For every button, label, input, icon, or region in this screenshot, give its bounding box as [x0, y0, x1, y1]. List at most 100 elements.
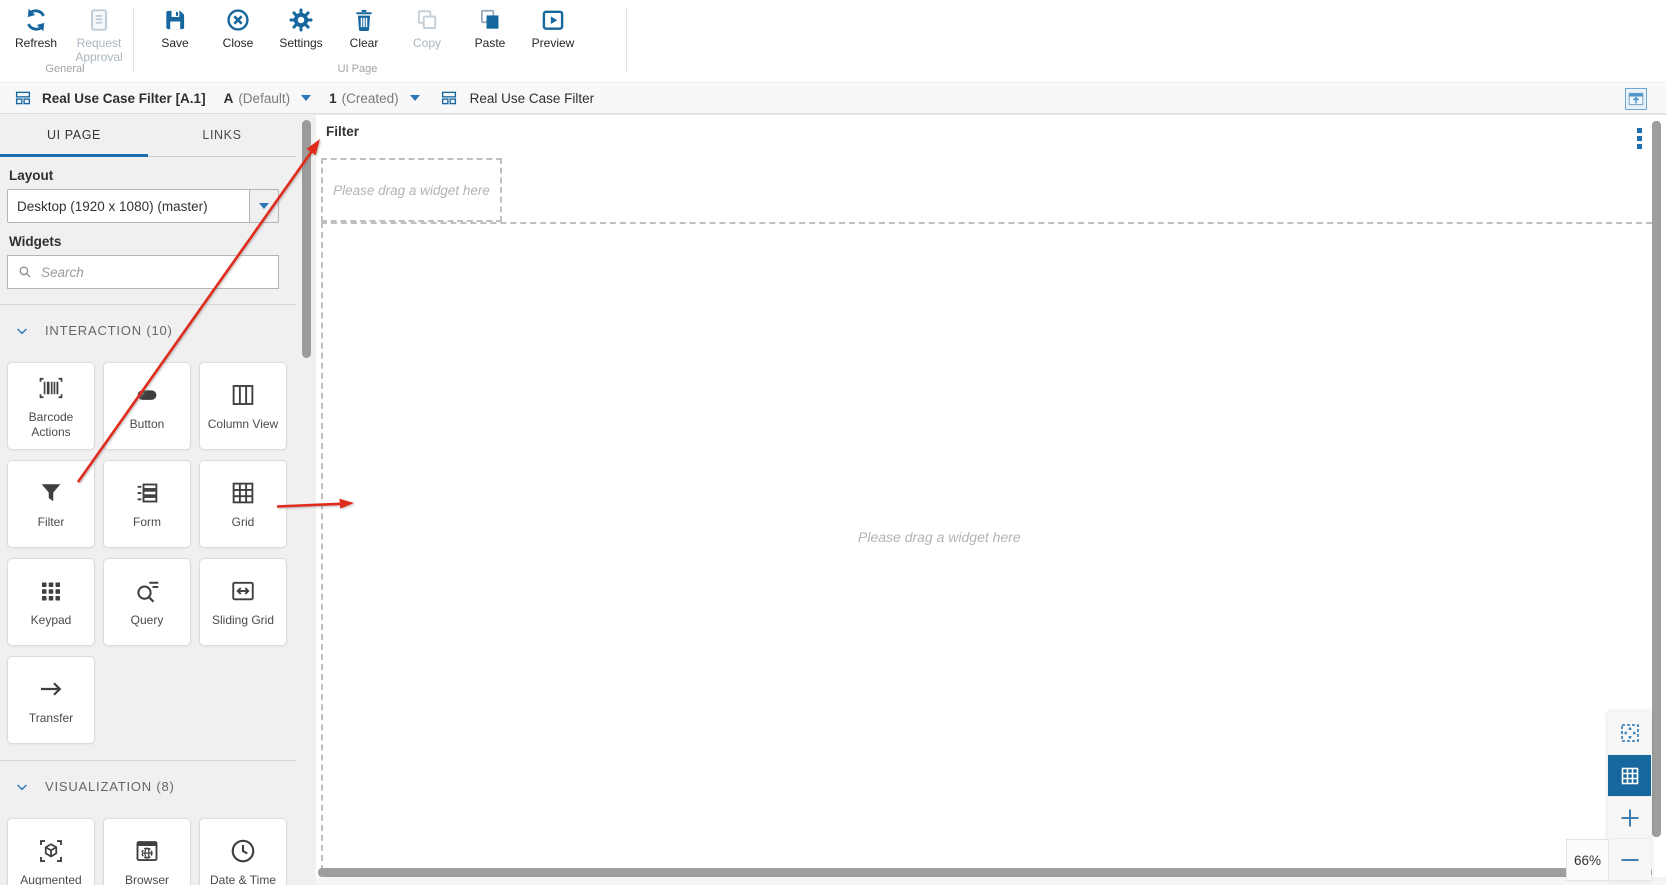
widget-tile-date-time[interactable]: Date & Time [199, 818, 287, 885]
canvas-zoom-controls [1608, 712, 1651, 880]
widget-tile-label: Query [130, 613, 164, 628]
widgets-label: Widgets [9, 234, 62, 249]
widget-tile-sliding-grid[interactable]: Sliding Grid [199, 558, 287, 646]
widget-tile-augmented[interactable]: Augmented [7, 818, 95, 885]
clear-label: Clear [349, 36, 379, 50]
widget-tile-label: Browser [124, 873, 169, 885]
toolbar: Refresh Request Approval Save Close Sett… [0, 0, 1666, 82]
dropzone-large[interactable]: Please drag a widget here [321, 222, 1652, 871]
paste-button[interactable]: Paste [462, 7, 518, 51]
preview-button[interactable]: Preview [525, 7, 581, 51]
widget-search-box [7, 255, 279, 289]
chevron-down-icon [15, 324, 29, 338]
preview-icon [540, 7, 566, 33]
sliding-grid-icon [228, 576, 258, 606]
section-title: VISUALIZATION (8) [45, 779, 175, 794]
divider [0, 304, 296, 305]
close-icon [225, 7, 251, 33]
tab-links[interactable]: LINKS [148, 114, 296, 157]
layout-select[interactable]: Desktop (1920 x 1080) (master) [7, 189, 279, 223]
visualization-widget-grid: Augmented Browser Date & Time [7, 818, 289, 885]
widget-tile-label: Button [129, 417, 165, 432]
fit-to-screen-icon [1618, 721, 1642, 745]
widget-tile-query[interactable]: Query [103, 558, 191, 646]
toolbar-group-general: Refresh Request Approval [0, 0, 127, 65]
chevron-down-icon [259, 203, 269, 209]
save-label: Save [161, 36, 189, 50]
browser-icon [132, 836, 162, 866]
copy-icon [414, 7, 440, 33]
save-button[interactable]: Save [147, 7, 203, 51]
refresh-icon [23, 7, 49, 33]
revision-value: A [223, 90, 234, 106]
fit-to-screen-button[interactable] [1608, 712, 1651, 754]
search-icon [17, 264, 33, 280]
section-header-interaction[interactable]: INTERACTION (10) [15, 323, 289, 338]
chevron-down-icon[interactable] [301, 95, 312, 101]
zoom-in-button[interactable] [1608, 796, 1651, 838]
minus-icon [1618, 848, 1642, 872]
toolbar-group-label-ui-page: UI Page [337, 63, 378, 75]
revision-status: (Default) [238, 90, 291, 106]
widget-tile-transfer[interactable]: Transfer [7, 656, 95, 744]
widget-tile-button[interactable]: Button [103, 362, 191, 450]
barcode-icon [36, 373, 66, 403]
tab-ui-page[interactable]: UI PAGE [0, 114, 148, 157]
widget-tile-column-view[interactable]: Column View [199, 362, 287, 450]
widget-tile-keypad[interactable]: Keypad [7, 558, 95, 646]
toolbar-group-ui-page: Save Close Settings Clear Copy Paste Pre… [147, 0, 581, 51]
widget-tile-form[interactable]: Form [103, 460, 191, 548]
button-icon [132, 380, 162, 410]
search-input[interactable] [41, 256, 278, 288]
save-icon [162, 7, 188, 33]
design-canvas: Filter Please drag a widget here Please … [316, 114, 1666, 885]
widget-tile-grid[interactable]: Grid [199, 460, 287, 548]
clear-button[interactable]: Clear [336, 7, 392, 51]
section-header-visualization[interactable]: VISUALIZATION (8) [15, 779, 289, 794]
column-view-icon [228, 380, 258, 410]
canvas-horizontal-scrollbar[interactable] [318, 868, 1652, 877]
version-status: (Created) [341, 90, 399, 106]
dropzone-small[interactable]: Please drag a widget here [321, 158, 502, 222]
close-button[interactable]: Close [210, 7, 266, 51]
open-window-icon [1627, 90, 1645, 108]
keypad-icon [36, 576, 66, 606]
dropzone-hint: Please drag a widget here [858, 529, 1021, 545]
chevron-down-icon [15, 780, 29, 794]
layout-select-button[interactable] [249, 189, 279, 223]
widget-tile-barcode-actions[interactable]: Barcode Actions [7, 362, 95, 450]
widget-tile-label: Grid [231, 515, 255, 530]
breadcrumb-page-name: Real Use Case Filter [469, 90, 595, 106]
chevron-down-icon[interactable] [409, 95, 420, 101]
refresh-button[interactable]: Refresh [8, 7, 64, 65]
ui-page-icon [14, 89, 32, 107]
open-in-window-button[interactable] [1625, 88, 1647, 110]
grid-toggle-icon [1618, 764, 1642, 788]
kebab-menu-icon[interactable] [1637, 128, 1642, 152]
widget-sidebar: UI PAGE LINKS Layout Desktop (1920 x 108… [0, 114, 316, 885]
widget-tile-filter[interactable]: Filter [7, 460, 95, 548]
settings-icon [288, 7, 314, 33]
revision-dropdown[interactable]: A (Default) [224, 91, 312, 106]
settings-label: Settings [279, 36, 323, 50]
sidebar-tabs: UI PAGE LINKS [0, 114, 296, 157]
settings-button[interactable]: Settings [273, 7, 329, 51]
request-approval-label: Request Approval [75, 36, 123, 64]
canvas-footer [316, 877, 1666, 885]
grid-icon [228, 478, 258, 508]
copy-label: Copy [412, 36, 441, 50]
canvas-vertical-scrollbar[interactable] [1652, 121, 1661, 837]
version-dropdown[interactable]: 1 (Created) [329, 91, 420, 106]
version-value: 1 [329, 90, 337, 106]
canvas-widget-title: Filter [326, 124, 360, 139]
sidebar-scrollbar[interactable] [302, 120, 311, 358]
breadcrumb-title: Real Use Case Filter [A.1] [42, 90, 206, 106]
zoom-out-button[interactable] [1608, 838, 1651, 880]
filter-icon [36, 478, 66, 508]
widget-tile-label: Form [133, 515, 161, 530]
close-label: Close [222, 36, 254, 50]
widget-tile-browser[interactable]: Browser [103, 818, 191, 885]
toggle-grid-button[interactable] [1608, 754, 1651, 796]
query-icon [132, 576, 162, 606]
widget-tile-label: Transfer [28, 711, 74, 726]
